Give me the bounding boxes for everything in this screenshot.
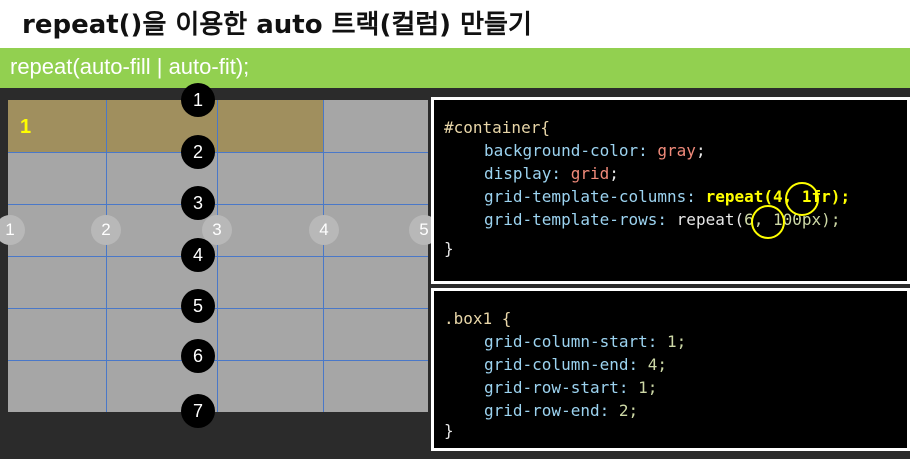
code-line: grid-row-start: 1; xyxy=(484,378,657,397)
code-line: grid-template-rows: repeat(6, 100px); xyxy=(484,210,840,229)
row-line-marker: 4 xyxy=(181,238,215,272)
title-bar: repeat()을 이용한 auto 트랙(컬럼) 만들기 xyxy=(0,0,910,48)
row-line-marker: 3 xyxy=(181,186,215,220)
code-property: grid-template-rows: xyxy=(484,210,668,229)
row-line-marker: 2 xyxy=(181,135,215,169)
row-line-marker: 1 xyxy=(181,83,215,117)
code-line: grid-row-end: 2; xyxy=(484,401,638,420)
code-property: display: xyxy=(484,164,562,183)
code-close: } xyxy=(444,239,454,258)
code-value: gray xyxy=(657,141,696,160)
grid-line-h xyxy=(8,204,428,205)
box1: 1 xyxy=(8,100,323,152)
subtitle: repeat(auto-fill | auto-fit); xyxy=(10,54,250,79)
grid-line-h xyxy=(8,360,428,361)
row-line-marker: 7 xyxy=(181,394,215,428)
code-value: grid xyxy=(570,164,610,183)
code-value: 1; xyxy=(638,378,658,397)
code-line: grid-column-end: 4; xyxy=(484,355,667,374)
code-property: grid-row-start: xyxy=(484,378,629,397)
row-line-marker: 5 xyxy=(181,289,215,323)
code-function: repeat( xyxy=(705,187,773,206)
code-function: repeat( xyxy=(676,210,745,229)
code-close: } xyxy=(444,421,454,440)
page-title: repeat()을 이용한 auto 트랙(컬럼) 만들기 xyxy=(22,10,532,40)
subtitle-bar: repeat(auto-fill | auto-fit); xyxy=(0,48,910,88)
grid-line-h xyxy=(8,308,428,309)
code-value: 2; xyxy=(618,401,639,420)
box1-label: 1 xyxy=(20,116,32,138)
code-line: grid-column-start: 1; xyxy=(484,332,686,351)
column-line-marker: 2 xyxy=(91,215,121,245)
row-line-marker: 6 xyxy=(181,339,215,373)
code-selector: .box1 { xyxy=(444,309,512,328)
grid-demo: 1 xyxy=(8,100,428,412)
box1-code-panel: .box1 { grid-column-start: 1; grid-colum… xyxy=(431,288,910,451)
column-line-marker: 4 xyxy=(309,215,339,245)
code-value: 4; xyxy=(647,355,668,374)
container-code-panel: #container{ background-color: gray; disp… xyxy=(431,97,910,284)
code-property: grid-row-end: xyxy=(484,401,610,420)
code-property: background-color: xyxy=(484,141,648,160)
grid-line-h xyxy=(8,152,428,153)
code-property: grid-template-columns: xyxy=(484,187,696,206)
code-property: grid-column-end: xyxy=(484,355,639,374)
code-number: 4 xyxy=(773,187,783,206)
highlight-ring xyxy=(751,205,785,239)
grid-line-h xyxy=(8,256,428,257)
code-value: 1; xyxy=(667,332,687,351)
highlight-ring xyxy=(785,182,819,216)
code-line: display: grid; xyxy=(484,164,619,183)
code-selector: #container{ xyxy=(444,118,550,137)
code-line: background-color: gray; xyxy=(484,141,706,160)
code-property: grid-column-start: xyxy=(484,332,658,351)
